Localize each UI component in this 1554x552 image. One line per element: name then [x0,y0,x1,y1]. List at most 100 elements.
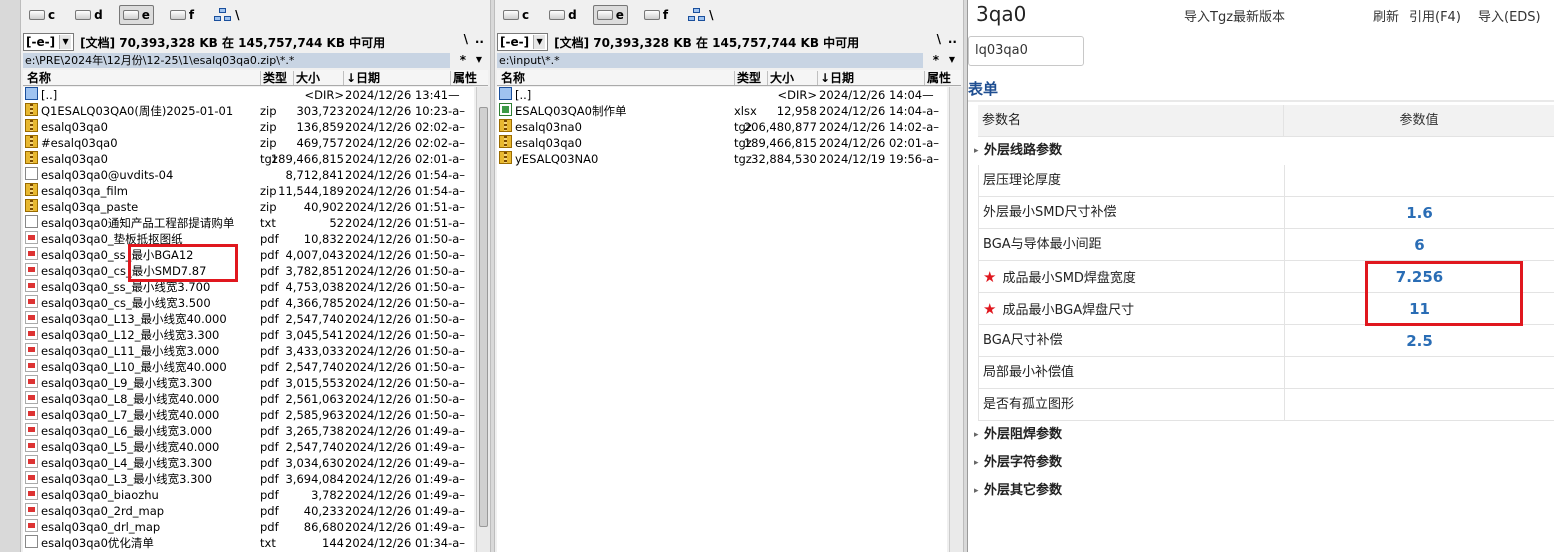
file-row[interactable]: esalq03qa0_cs_最小线宽3.500 pdf 4,366,785 2024/… [23,295,474,311]
file-type: pdf [260,232,279,246]
file-row[interactable]: esalq03qa0_L3_最小线宽3.300 pdf 3,694,084 2024/… [23,471,474,487]
network-drive-button[interactable]: \ [210,5,243,25]
file-row[interactable]: ESALQ03QA0制作单 xlsx 12,958 2024/12/26 14:04-… [497,103,947,119]
file-row[interactable]: #esalq03qa0 zip 469,757 2024/12/26 02:02-a– [23,135,474,151]
file-row[interactable]: esalq03qa0_L5_最小线宽40.000 pdf 2,547,740 2024… [23,439,474,455]
file-row[interactable]: esalq03qa0 tgz 189,466,815 2024/12/26 02:01… [497,135,947,151]
file-row[interactable]: esalq03qa0_2rd_map pdf 40,233 2024/12/26 01… [23,503,474,519]
filter-button[interactable]: * [460,53,466,67]
file-row[interactable]: esalq03qa0_biaozhu pdf 3,782 2024/12/26 01:… [23,487,474,503]
param-label: BGA尺寸补偿 [983,333,1063,348]
root-button[interactable]: \ [937,32,941,46]
root-button[interactable]: \ [464,32,468,46]
path-bar[interactable]: e:\input\*.* [497,53,923,68]
drive-button-e[interactable]: e [592,5,628,25]
file-row[interactable]: esalq03qa0_drl_map pdf 86,680 2024/12/26 01… [23,519,474,535]
file-size: 136,859 [296,120,344,134]
file-row[interactable]: esalq03qa0_cs_最小SMD7.87 pdf 3,782,851 2024/… [23,263,474,279]
file-name: esalq03qa_film [41,184,128,198]
param-name: 局部最小补偿值 [983,357,1283,389]
file-date: 2024/12/26 01:49-a– [345,488,466,502]
param-value-input[interactable]: 2.5 [1284,325,1554,357]
file-name: esalq03qa0@uvdits-04 [41,168,174,182]
parent-dir-button[interactable]: .. [475,32,484,46]
refresh-button[interactable]: 刷新 [1373,6,1399,25]
file-size: 2,585,963 [285,408,344,422]
file-row[interactable]: esalq03qa0@uvdits-04 8,712,841 2024/12/26 … [23,167,474,183]
file-row[interactable]: esalq03qa0_ss_最小BGA12 pdf 4,007,043 2024/12… [23,247,474,263]
file-row[interactable]: esalq03qa0_L12_最小线宽3.300 pdf 3,045,541 2024… [23,327,474,343]
file-row[interactable]: esalq03qa0优化清单 txt 144 2024/12/26 01:34-a– [23,535,474,551]
drive-button-d[interactable]: d [71,5,107,25]
file-row[interactable]: esalq03qa0_L13_最小线宽40.000 pdf 2,547,740 202… [23,311,474,327]
column-header-4[interactable]: 属性 [450,71,477,85]
param-value-input[interactable]: 6 [1284,229,1554,261]
column-header-1[interactable]: 类型 [260,71,287,85]
history-dropdown-icon[interactable]: ▼ [949,55,955,64]
file-row[interactable]: esalq03qa0_垫板抵抠图纸 pdf 10,832 2024/12/26 01:… [23,231,474,247]
file-name: esalq03qa0_L6_最小线宽3.000 [41,424,213,438]
drive-select[interactable]: [-e-] ▼ [23,33,75,51]
file-row[interactable]: esalq03qa0_L8_最小线宽40.000 pdf 2,561,063 2024… [23,391,474,407]
column-header-3[interactable]: ↓日期 [817,71,854,85]
drive-button-e[interactable]: e [118,5,154,25]
param-row: BGA尺寸补偿 2.5 [978,325,1554,357]
file-row[interactable]: esalq03qa0_L7_最小线宽40.000 pdf 2,585,963 2024… [23,407,474,423]
column-header-1[interactable]: 类型 [734,71,761,85]
section-solder_mask[interactable]: 外层阻焊参数 [974,421,1554,449]
drive-button-f[interactable]: f [640,5,672,25]
history-dropdown-icon[interactable]: ▼ [476,55,482,64]
file-row[interactable]: esalq03na0 tgz 206,480,877 2024/12/26 14:02… [497,119,947,135]
file-row[interactable]: [..] <DIR> 2024/12/26 13:41— [23,87,474,103]
column-header-3[interactable]: ↓日期 [343,71,380,85]
param-value-input[interactable] [1284,165,1554,197]
file-row[interactable]: esalq03qa0通知产品工程部提请购单 txt 52 2024/12/26 01:… [23,215,474,231]
file-row[interactable]: esalq03qa0_ss_最小线宽3.700 pdf 4,753,038 2024/… [23,279,474,295]
drive-button-d[interactable]: d [545,5,581,25]
file-row[interactable]: esalq03qa0_L10_最小线宽40.000 pdf 2,547,740 202… [23,359,474,375]
file-row[interactable]: esalq03qa0_L9_最小线宽3.300 pdf 3,015,553 2024/… [23,375,474,391]
file-row[interactable]: esalq03qa0_L6_最小线宽3.000 pdf 3,265,738 2024/… [23,423,474,439]
file-row[interactable]: Q1ESALQ03QA0(周佳)2025-01-01 zip 303,723 2024… [23,103,474,119]
vertical-scrollbar[interactable] [949,87,963,552]
section-legend[interactable]: 外层字符参数 [974,449,1554,477]
param-value-input[interactable] [1284,389,1554,421]
file-row[interactable]: esalq03qa0 zip 136,859 2024/12/26 02:02-a– [23,119,474,135]
column-header-2[interactable]: 大小 [293,71,320,85]
file-row[interactable]: esalq03qa0_L4_最小线宽3.300 pdf 3,034,630 2024/… [23,455,474,471]
scrollbar-thumb[interactable] [479,107,488,527]
file-type: pdf [260,344,279,358]
parent-dir-button[interactable]: .. [948,32,957,46]
import-eds-button[interactable]: 导入(EDS) [1478,6,1541,25]
quote-button[interactable]: 引用(F4) [1409,6,1461,25]
drive-label: f [188,8,195,22]
file-row[interactable]: esalq03qa0 tgz 189,466,815 2024/12/26 02:01… [23,151,474,167]
column-header-0[interactable]: 名称 [25,71,51,85]
column-header-2[interactable]: 大小 [767,71,794,85]
import-tgz-button[interactable]: 导入Tgz最新版本 [1184,6,1285,25]
column-header-4[interactable]: 属性 [924,71,951,85]
section-other[interactable]: 外层其它参数 [974,477,1554,505]
param-label: BGA与导体最小间距 [983,237,1102,252]
param-value-input[interactable] [1284,357,1554,389]
file-row[interactable]: [..] <DIR> 2024/12/26 14:04— [497,87,947,103]
job-search-input[interactable]: lq03qa0 [968,36,1084,66]
network-drive-button[interactable]: \ [684,5,717,25]
filter-button[interactable]: * [933,53,939,67]
file-row[interactable]: esalq03qa_paste zip 40,902 2024/12/26 01:51… [23,199,474,215]
drive-button-c[interactable]: c [25,5,59,25]
section-outer_line[interactable]: 外层线路参数 [974,137,1554,165]
file-row[interactable]: esalq03qa_film zip 11,544,189 2024/12/26 01… [23,183,474,199]
drive-button-c[interactable]: c [499,5,533,25]
file-row[interactable]: esalq03qa0_L11_最小线宽3.000 pdf 3,433,033 2024… [23,343,474,359]
zip-file-icon [25,151,38,164]
vertical-scrollbar[interactable] [476,87,490,552]
path-bar[interactable]: e:\PRE\2024年\12月份\12-25\1\esalq03qa0.zip… [23,53,450,68]
file-size: 3,433,033 [285,344,344,358]
column-header-0[interactable]: 名称 [499,71,525,85]
file-row[interactable]: yESALQ03NA0 tgz 32,884,530 2024/12/19 19:56… [497,151,947,167]
param-value-input[interactable]: 1.6 [1284,197,1554,229]
drive-select[interactable]: [-e-] ▼ [497,33,549,51]
drive-button-f[interactable]: f [166,5,198,25]
drive-icon [503,10,519,20]
